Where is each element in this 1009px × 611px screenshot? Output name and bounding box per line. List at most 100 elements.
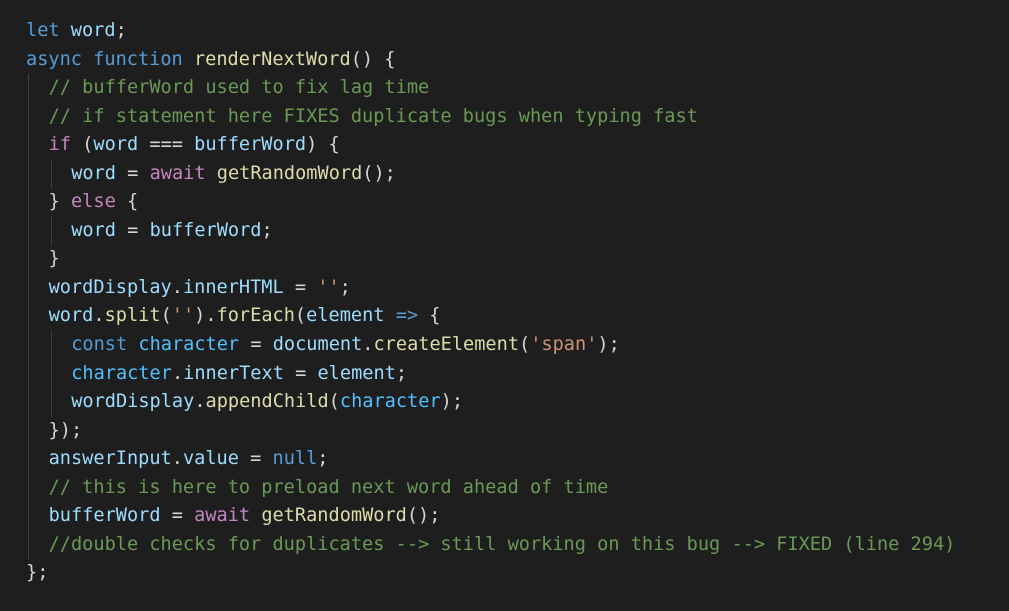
code-token-punctuation: ; bbox=[317, 448, 329, 470]
code-token-punctuation: } bbox=[48, 248, 60, 270]
indent-guide bbox=[28, 302, 29, 332]
code-token-variable: element bbox=[317, 362, 396, 384]
code-token-punctuation: ) { bbox=[306, 134, 340, 156]
code-token-punctuation: ; bbox=[339, 276, 351, 298]
code-token-variable: wordDisplay bbox=[48, 276, 172, 298]
code-token-punctuation: }; bbox=[26, 562, 49, 584]
code-token-punctuation: ( bbox=[70, 134, 94, 156]
indent-guide bbox=[28, 74, 29, 103]
code-token-control: if bbox=[48, 134, 71, 156]
code-token-variable: bufferWord bbox=[149, 219, 262, 241]
code-token-punctuation: () { bbox=[350, 48, 396, 70]
code-token-variable: bufferWord bbox=[194, 134, 307, 156]
code-token-keyword: function bbox=[93, 48, 183, 70]
indent-guide bbox=[28, 131, 29, 160]
indent-guide bbox=[28, 359, 29, 389]
code-token-punctuation: === bbox=[138, 134, 195, 156]
code-token-keyword: null bbox=[272, 448, 318, 470]
code-token-string: '' bbox=[171, 305, 195, 327]
code-line: const character = document.createElement… bbox=[26, 331, 955, 360]
code-token-function: appendChild bbox=[205, 391, 329, 413]
code-token-control: await bbox=[149, 162, 206, 184]
code-token-punctuation: = bbox=[238, 448, 273, 470]
code-token-variable: word bbox=[70, 20, 116, 41]
code-token-punctuation: . bbox=[171, 362, 184, 384]
code-token-punctuation: = bbox=[283, 362, 318, 384]
code-token-variable: value bbox=[182, 448, 239, 470]
code-line: word = bufferWord; bbox=[26, 216, 955, 246]
code-token-punctuation: { bbox=[418, 305, 441, 327]
code-token-control: else bbox=[70, 191, 116, 213]
code-token-punctuation: } bbox=[48, 191, 71, 213]
code-token-function: forEach bbox=[216, 305, 295, 327]
code-token-keyword: const bbox=[71, 334, 128, 356]
code-token-variable: wordDisplay bbox=[71, 391, 195, 413]
code-token-punctuation bbox=[127, 334, 138, 355]
indent-guide bbox=[50, 216, 52, 246]
code-token-function: getRandomWord bbox=[261, 505, 407, 527]
indent-guide bbox=[28, 216, 29, 246]
code-token-punctuation: ( bbox=[160, 305, 172, 327]
indent-guide bbox=[28, 445, 29, 474]
code-token-keyword: async bbox=[26, 48, 82, 70]
code-token-comment: // bufferWord used to fix lag time bbox=[48, 77, 430, 99]
code-token-constant: character bbox=[138, 334, 240, 356]
indent-guide bbox=[28, 102, 29, 132]
code-line: } bbox=[26, 245, 955, 274]
indent-guide bbox=[28, 388, 29, 417]
code-token-punctuation: ( bbox=[519, 334, 531, 356]
code-line: // bufferWord used to fix lag time bbox=[26, 74, 955, 103]
code-token-punctuation: }); bbox=[48, 419, 83, 441]
code-token-string: '' bbox=[317, 276, 340, 298]
code-token-punctuation bbox=[250, 505, 261, 526]
code-token-punctuation: { bbox=[115, 191, 139, 213]
code-line: }); bbox=[26, 416, 955, 446]
indent-guide bbox=[28, 188, 29, 217]
code-token-variable: innerText bbox=[183, 362, 284, 384]
code-token-function: renderNextWord bbox=[193, 48, 351, 70]
code-line: if (word === bufferWord) { bbox=[26, 131, 955, 160]
code-line: answerInput.value = null; bbox=[26, 445, 955, 474]
code-token-variable: word bbox=[93, 134, 139, 156]
code-line: word = await getRandomWord(); bbox=[26, 159, 955, 189]
code-line: word.split('').forEach(element => { bbox=[26, 302, 955, 332]
code-line: //double checks for duplicates --> still… bbox=[26, 530, 955, 560]
code-line: bufferWord = await getRandomWord(); bbox=[26, 502, 955, 531]
code-token-punctuation bbox=[82, 49, 93, 70]
code-token-punctuation: ; bbox=[115, 20, 127, 41]
code-token-punctuation: ); bbox=[597, 334, 620, 356]
code-token-punctuation: . bbox=[171, 448, 183, 470]
code-token-punctuation bbox=[60, 20, 71, 41]
indent-guide bbox=[28, 416, 29, 446]
indent-guide bbox=[28, 331, 29, 360]
code-token-punctuation: . bbox=[93, 305, 105, 327]
indent-guide bbox=[28, 530, 29, 560]
code-token-punctuation bbox=[385, 305, 396, 326]
code-line: wordDisplay.appendChild(character); bbox=[26, 388, 955, 417]
indent-guide bbox=[28, 473, 29, 503]
code-token-punctuation: = bbox=[115, 162, 150, 184]
code-token-variable: bufferWord bbox=[48, 505, 161, 527]
code-token-punctuation: (); bbox=[362, 162, 396, 184]
code-token-punctuation: = bbox=[115, 219, 150, 241]
code-token-variable: answerInput bbox=[48, 448, 172, 470]
code-line: // this is here to preload next word ahe… bbox=[26, 473, 955, 503]
code-line: // if statement here FIXES duplicate bug… bbox=[26, 102, 955, 132]
indent-guide bbox=[28, 245, 29, 274]
code-token-punctuation: = bbox=[160, 505, 195, 527]
code-token-punctuation: ; bbox=[395, 362, 408, 384]
code-token-variable: word bbox=[71, 162, 116, 184]
code-token-punctuation: ( bbox=[294, 305, 307, 327]
code-token-punctuation: ; bbox=[261, 219, 273, 241]
code-line: character.innerText = element; bbox=[26, 359, 955, 389]
code-token-comment: // this is here to preload next word ahe… bbox=[48, 476, 609, 498]
code-editor[interactable]: let word; async function renderNextWord()… bbox=[0, 0, 1009, 611]
indent-guide bbox=[50, 359, 52, 389]
code-token-punctuation bbox=[183, 49, 194, 70]
code-token-variable: element bbox=[306, 305, 385, 327]
code-line: wordDisplay.innerHTML = ''; bbox=[26, 273, 955, 303]
indent-guide bbox=[50, 159, 52, 189]
code-token-punctuation: = bbox=[283, 276, 318, 298]
code-token-constant: character bbox=[339, 391, 441, 413]
code-token-punctuation: . bbox=[362, 334, 374, 356]
